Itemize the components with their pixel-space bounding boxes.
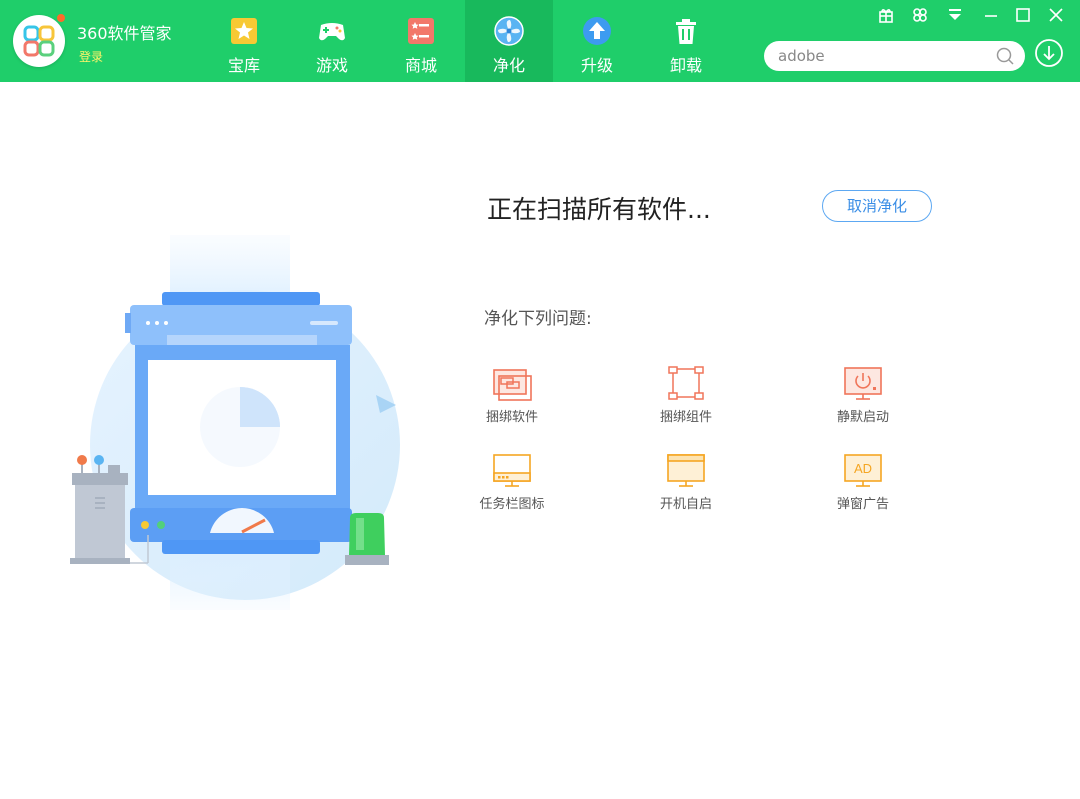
issue-taskbar-icon: 任务栏图标 <box>452 453 572 512</box>
issue-label: 捆绑软件 <box>452 406 572 425</box>
app-name: 360软件管家 <box>77 20 172 44</box>
issue-bundled-software: 捆绑软件 <box>452 366 572 425</box>
close-icon[interactable] <box>1047 6 1065 24</box>
butterfly-logo-icon <box>13 15 65 67</box>
issue-label: 弹窗广告 <box>803 493 923 512</box>
skin-icon[interactable] <box>911 6 929 24</box>
download-icon[interactable] <box>1034 38 1064 68</box>
scan-status-title: 正在扫描所有软件... <box>487 190 711 226</box>
minimize-icon[interactable] <box>982 6 1000 24</box>
ad-glyph-text: AD <box>854 461 872 476</box>
gamepad-icon <box>317 16 347 46</box>
popup-ad-icon: AD <box>842 453 884 489</box>
issue-label: 捆绑组件 <box>626 406 746 425</box>
issue-autostart: 开机自启 <box>626 453 746 512</box>
tab-baoku[interactable]: 宝库 <box>200 0 288 82</box>
tab-upgrade[interactable]: 升级 <box>553 0 641 82</box>
scan-machine-illustration <box>60 235 420 615</box>
search-box <box>764 41 1025 71</box>
tab-label: 卸载 <box>642 52 730 76</box>
issue-silent-start: 静默启动 <box>803 366 923 425</box>
search-icon[interactable] <box>995 46 1015 66</box>
autostart-icon <box>665 453 707 489</box>
tab-uninstall[interactable]: 卸载 <box>642 0 730 82</box>
issues-heading: 净化下列问题: <box>484 304 592 329</box>
app-logo[interactable] <box>13 15 65 67</box>
tab-label: 游戏 <box>288 52 376 76</box>
notification-dot <box>57 14 65 22</box>
tab-label: 升级 <box>553 52 641 76</box>
issue-label: 开机自启 <box>626 493 746 512</box>
tab-label: 净化 <box>465 52 553 76</box>
taskbar-icon <box>491 453 533 489</box>
tab-cleanup[interactable]: 净化 <box>465 0 553 82</box>
trash-icon <box>671 16 701 46</box>
store-icon <box>406 16 436 46</box>
tab-games[interactable]: 游戏 <box>288 0 376 82</box>
issue-label: 静默启动 <box>803 406 923 425</box>
fan-icon <box>494 16 524 46</box>
maximize-icon[interactable] <box>1014 6 1032 24</box>
search-input[interactable] <box>776 41 1000 71</box>
silent-start-icon <box>842 366 884 402</box>
tab-label: 宝库 <box>200 52 288 76</box>
issue-bundled-component: 捆绑组件 <box>626 366 746 425</box>
menu-icon[interactable] <box>946 6 964 24</box>
bundled-software-icon <box>491 366 533 402</box>
login-link[interactable]: 登录 <box>79 48 103 65</box>
bundled-component-icon <box>665 366 707 402</box>
issue-popup-ad: AD 弹窗广告 <box>803 453 923 512</box>
star-icon <box>229 16 259 46</box>
upgrade-arrow-icon <box>582 16 612 46</box>
tab-store[interactable]: 商城 <box>377 0 465 82</box>
title-bar: 360软件管家 登录 宝库 游戏 商城 <box>0 0 1080 82</box>
gift-icon[interactable] <box>877 6 895 24</box>
issue-label: 任务栏图标 <box>452 493 572 512</box>
cancel-cleanup-button[interactable]: 取消净化 <box>822 190 932 222</box>
tab-label: 商城 <box>377 52 465 76</box>
